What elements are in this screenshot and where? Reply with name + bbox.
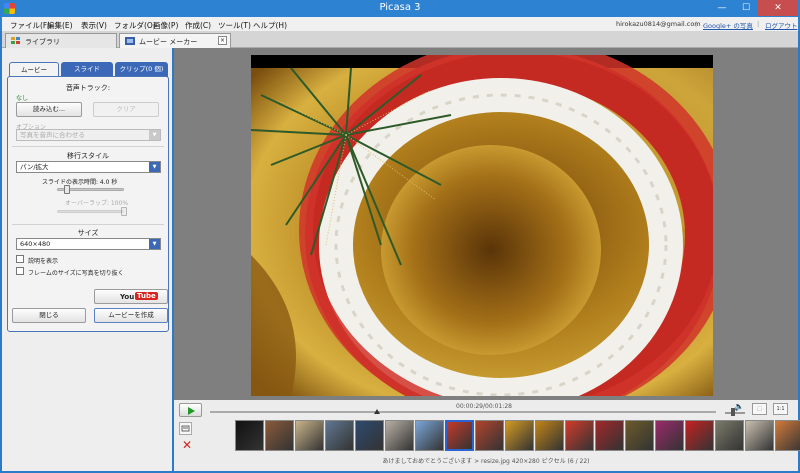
clear-audio-button[interactable]: クリア	[93, 102, 159, 117]
filmstrip-thumbnail[interactable]	[685, 420, 714, 451]
close-window-button[interactable]: ✕	[758, 0, 798, 16]
divider	[12, 146, 164, 147]
filmstrip-thumbnail[interactable]	[715, 420, 744, 451]
menu-bar: hirokazu0814@gmail.com | Google+ の写真 | ロ…	[0, 17, 800, 31]
playback-bar: 00:00:29/00:01:28 🔈 ⬚ 1:1 ✕ あけましておめでとうござ…	[174, 400, 800, 471]
preview-image	[251, 55, 713, 396]
volume-slider[interactable]	[725, 412, 745, 414]
filmstrip-thumbnail[interactable]	[595, 420, 624, 451]
filmstrip-thumbnail[interactable]	[445, 420, 474, 451]
tab-slide[interactable]: スライド	[61, 62, 113, 77]
transition-style-title: 移行スタイル	[67, 152, 109, 160]
size-title: サイズ	[77, 229, 99, 237]
crop-frame-label: フレームのサイズに写真を切り抜く	[28, 270, 124, 277]
menu-item[interactable]: 表示(V)	[81, 20, 107, 31]
close-tab-button[interactable]: ×	[218, 36, 227, 45]
transition-style-select[interactable]: パン/拡大 ▼	[16, 161, 161, 173]
audio-none-label: なし	[16, 95, 29, 102]
filmstrip-thumbnail[interactable]	[355, 420, 384, 451]
chevron-down-icon: ▼	[149, 162, 160, 172]
filmstrip	[235, 420, 800, 453]
overlap-label: オーバーラップ: 100%	[65, 200, 129, 207]
text-slide-icon[interactable]	[179, 422, 192, 435]
chevron-down-icon: ▼	[149, 130, 160, 140]
filmstrip-thumbnail[interactable]	[265, 420, 294, 451]
tab-library[interactable]: ライブラリ	[5, 33, 117, 48]
load-audio-button[interactable]: 読み込む...	[16, 102, 82, 117]
timeline-scrubber[interactable]	[210, 411, 716, 413]
create-movie-button[interactable]: ムービーを作成	[94, 308, 168, 323]
close-panel-button[interactable]: 閉じる	[12, 308, 86, 323]
transition-style-value: パン/拡大	[20, 163, 49, 171]
size-select-value: 640×480	[20, 240, 51, 248]
tab-library-label: ライブラリ	[25, 38, 60, 46]
window-title: Picasa 3	[379, 2, 421, 13]
filmstrip-thumbnail[interactable]	[655, 420, 684, 451]
filmstrip-thumbnail[interactable]	[565, 420, 594, 451]
logout-link[interactable]: ログアウト	[765, 20, 798, 30]
filmstrip-thumbnail[interactable]	[325, 420, 354, 451]
tab-movie-maker[interactable]: ムービー メーカー ×	[119, 33, 231, 48]
maximize-button[interactable]: ☐	[734, 0, 758, 16]
filmstrip-thumbnail[interactable]	[385, 420, 414, 451]
overlap-slider[interactable]	[57, 210, 124, 213]
filmstrip-thumbnail[interactable]	[235, 420, 264, 451]
minimize-button[interactable]: —	[710, 0, 734, 16]
filmstrip-thumbnail[interactable]	[505, 420, 534, 451]
menu-item[interactable]: ヘルプ(H)	[253, 20, 287, 31]
status-bar-text: あけましておめでとうございます > resize.jpg 420×280 ピクセ…	[382, 458, 590, 465]
film-icon	[125, 37, 135, 45]
actual-size-button[interactable]: 1:1	[773, 403, 788, 415]
movie-settings-panel: ムービー スライド クリップ(0 個) 音声トラック: なし 読み込む... ク…	[2, 48, 172, 471]
library-icon	[11, 37, 20, 44]
tab-movie-maker-label: ムービー メーカー	[139, 38, 198, 46]
tab-clips[interactable]: クリップ(0 個)	[115, 62, 168, 77]
youtube-upload-button[interactable]: You Tube	[94, 289, 168, 304]
filmstrip-thumbnail[interactable]	[775, 420, 800, 451]
filmstrip-thumbnail[interactable]	[625, 420, 654, 451]
filmstrip-thumbnail[interactable]	[415, 420, 444, 451]
account-separator: |	[695, 20, 698, 28]
show-caption-checkbox[interactable]	[16, 255, 24, 263]
menu-item[interactable]: 作成(C)	[185, 20, 211, 31]
app-tab-row: ライブラリ ムービー メーカー ×	[2, 31, 798, 48]
slide-time-slider-thumb[interactable]	[64, 185, 71, 194]
crop-frame-checkbox[interactable]	[16, 267, 24, 275]
audio-track-title: 音声トラック:	[65, 84, 111, 92]
youtube-logo-you: You	[120, 293, 135, 301]
options-select-value: 写真を音声に合わせる	[20, 131, 85, 139]
account-separator: |	[757, 20, 760, 28]
slide-time-label: スライドの表示時間: 4.0 秒	[42, 179, 118, 186]
filmstrip-thumbnail[interactable]	[745, 420, 774, 451]
account-email: hirokazu0814@gmail.com	[616, 20, 701, 28]
delete-slide-icon[interactable]: ✕	[182, 439, 192, 451]
overlap-slider-thumb[interactable]	[121, 207, 127, 216]
timeline-playhead[interactable]	[373, 409, 380, 414]
filmstrip-thumbnail[interactable]	[475, 420, 504, 451]
filmstrip-thumbnail[interactable]	[295, 420, 324, 451]
menu-item[interactable]: ファイル(F)	[10, 20, 50, 31]
divider	[12, 224, 164, 225]
filmstrip-thumbnail[interactable]	[535, 420, 564, 451]
title-bar: Picasa 3 — ☐ ✕	[0, 0, 800, 17]
show-caption-label: 説明を表示	[28, 258, 59, 265]
size-select[interactable]: 640×480 ▼	[16, 238, 161, 250]
google-photos-link[interactable]: Google+ の写真	[703, 20, 753, 30]
play-button[interactable]	[179, 403, 202, 417]
options-select[interactable]: 写真を音声に合わせる ▼	[16, 129, 161, 141]
menu-item[interactable]: 編集(E)	[47, 20, 73, 31]
volume-icon[interactable]: 🔈	[734, 402, 744, 411]
youtube-logo-tube: Tube	[135, 292, 158, 300]
menu-item[interactable]: フォルダ(O)	[114, 20, 156, 31]
shimekazari-photo	[251, 55, 713, 396]
fit-view-button[interactable]: ⬚	[752, 403, 767, 415]
menu-item[interactable]: ツール(T)	[218, 20, 251, 31]
preview-area	[174, 48, 798, 400]
tab-movie[interactable]: ムービー	[9, 62, 59, 77]
time-readout: 00:00:29/00:01:28	[456, 403, 512, 410]
chevron-down-icon: ▼	[149, 239, 160, 249]
volume-slider-thumb[interactable]	[731, 408, 735, 416]
menu-item[interactable]: 画像(P)	[153, 20, 178, 31]
